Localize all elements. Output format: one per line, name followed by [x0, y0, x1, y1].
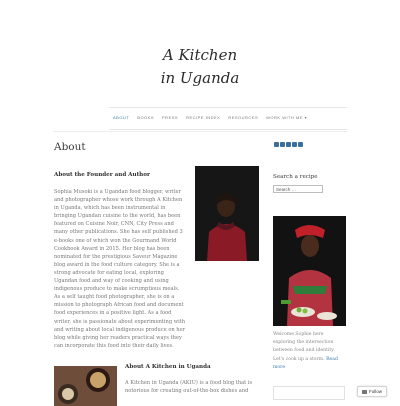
social-links	[274, 142, 303, 147]
search-label: Search a recipe	[273, 174, 318, 180]
sidebar-photo	[273, 216, 346, 326]
nav-press[interactable]: PRESS	[162, 115, 178, 120]
site-logo-script: A Kitchen in Uganda	[161, 46, 240, 87]
pinterest-icon[interactable]	[292, 142, 297, 147]
nav-recipe-index[interactable]: RECIPE INDEX	[186, 115, 220, 120]
nav-resources[interactable]: RESOURCES	[228, 115, 258, 120]
blog-heading: About A Kitchen in Uganda	[125, 364, 211, 370]
search-input[interactable]: Search …	[273, 185, 323, 193]
nav-top-rule	[109, 107, 347, 108]
nav-books[interactable]: BOOKS	[137, 115, 154, 120]
founder-text: Sophia Musoki is a Ugandan food blogger,…	[54, 189, 186, 349]
nav-about[interactable]: ABOUT	[113, 115, 129, 120]
blog-text: A Kitchen in Uganda (AKIU) is a food blo…	[125, 380, 253, 395]
founder-heading: About the Founder and Author	[54, 172, 150, 178]
svg-text:A Kitchen: A Kitchen	[161, 46, 237, 64]
nav-work-with-me[interactable]: WORK WITH ME ▾	[266, 115, 307, 120]
page-title: About	[54, 141, 86, 153]
instagram-icon[interactable]	[286, 142, 291, 147]
twitter-icon[interactable]	[280, 142, 285, 147]
main-nav: ABOUT BOOKS PRESS RECIPE INDEX RESOURCES…	[113, 115, 307, 120]
follow-button[interactable]: Follow	[357, 386, 387, 397]
content-rule	[53, 131, 347, 132]
youtube-icon[interactable]	[298, 142, 303, 147]
sidebar-widget-box	[273, 386, 345, 400]
blog-photo	[54, 366, 117, 406]
founder-photo	[195, 166, 259, 261]
follow-label: Follow	[368, 389, 382, 394]
sidebar-caption: Welcome Sophie here exploring the inters…	[273, 331, 345, 372]
follow-icon	[361, 389, 367, 394]
site-logo[interactable]: A Kitchen in Uganda	[150, 38, 250, 96]
founder-text-block: Sophia Musoki is a Ugandan food blogger,…	[54, 188, 186, 350]
nav-bottom-rule	[109, 129, 347, 130]
svg-text:in Uganda: in Uganda	[161, 69, 240, 87]
facebook-icon[interactable]	[274, 142, 279, 147]
